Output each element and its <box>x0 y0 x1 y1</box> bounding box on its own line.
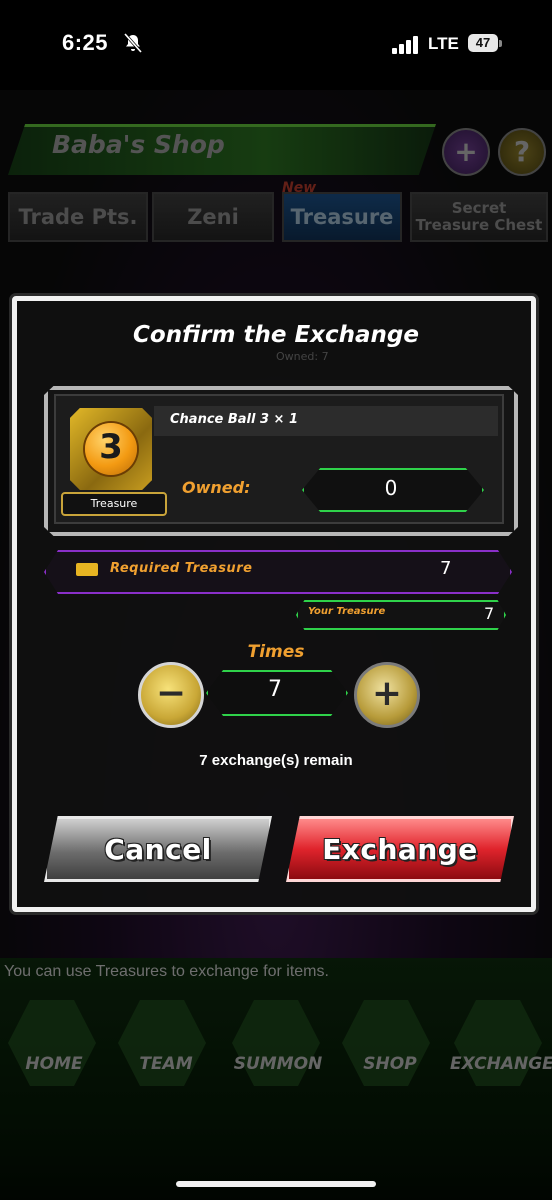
owned-count-dim: Owned: 7 <box>276 350 329 363</box>
plus-icon: + <box>371 673 403 714</box>
owned-label: Owned: <box>182 478 251 497</box>
your-treasure-value: 7 <box>484 604 495 623</box>
required-treasure-value: 7 <box>440 558 452 579</box>
increase-times-button[interactable]: + <box>354 662 420 728</box>
ball-number: 3 <box>99 427 123 467</box>
times-label: Times <box>247 642 305 662</box>
status-time: 6:25 <box>62 30 109 55</box>
exchange-button[interactable]: Exchange <box>286 816 514 882</box>
dialog-title: Confirm the Exchange <box>133 322 419 348</box>
carrier-label: LTE <box>428 34 459 53</box>
silent-bell-icon <box>123 33 143 53</box>
treasure-ticket-icon <box>76 563 98 576</box>
cancel-button[interactable]: Cancel <box>44 816 272 882</box>
cancel-button-label: Cancel <box>104 832 212 866</box>
item-type-tag: Treasure <box>61 492 167 516</box>
battery-icon: 47 <box>468 34 504 54</box>
required-treasure-label: Required Treasure <box>110 561 253 576</box>
times-value: 7 <box>268 677 282 702</box>
exchange-button-label: Exchange <box>322 832 478 866</box>
cell-signal-icon <box>392 36 418 54</box>
owned-value: 0 <box>384 476 398 500</box>
battery-level: 47 <box>468 34 498 52</box>
remaining-exchanges: 7 exchange(s) remain <box>199 752 353 769</box>
decrease-times-button[interactable]: − <box>138 662 204 728</box>
minus-icon: − <box>155 673 187 714</box>
home-indicator[interactable] <box>176 1181 376 1187</box>
item-name: Chance Ball 3 × 1 <box>170 412 299 427</box>
your-treasure-label: Your Treasure <box>308 606 386 617</box>
